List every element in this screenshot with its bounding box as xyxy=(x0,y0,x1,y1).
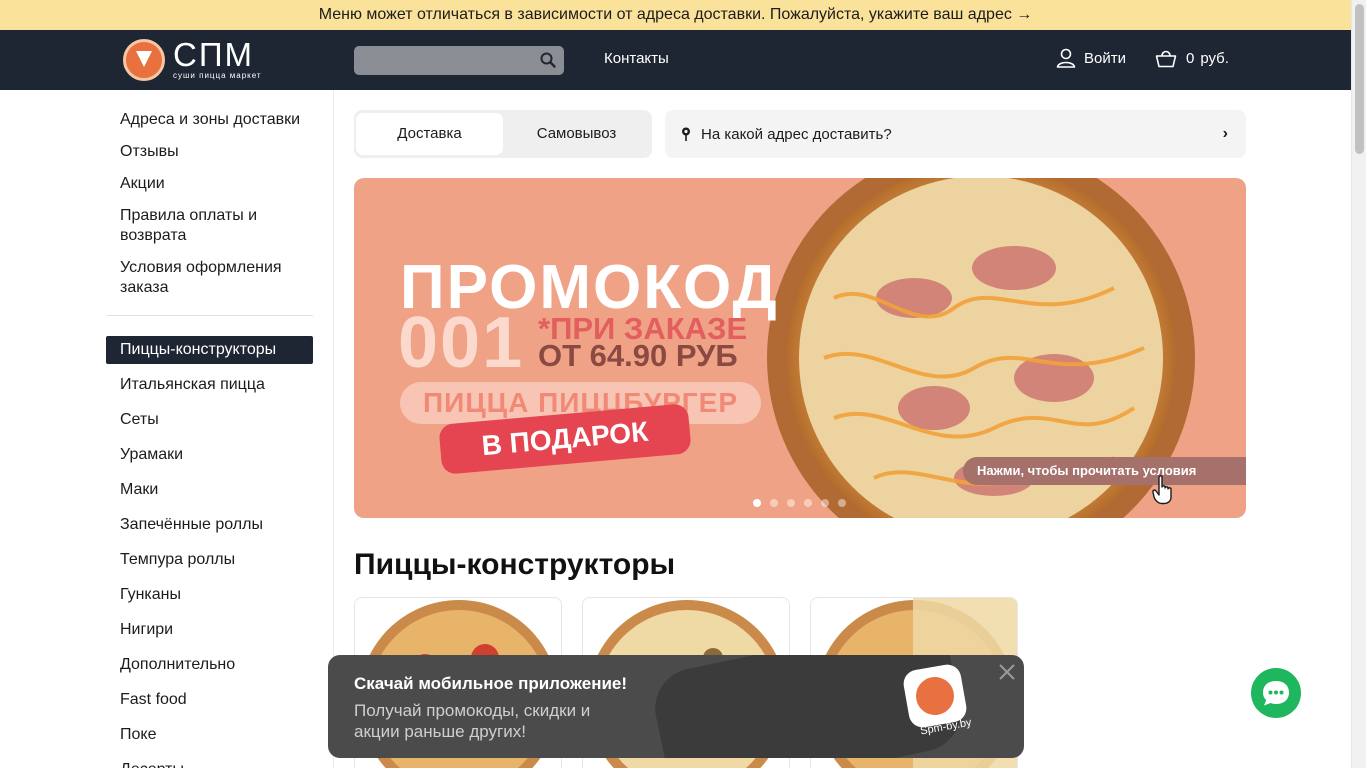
cart-icon xyxy=(1155,50,1177,68)
sidebar: Адреса и зоны доставки Отзывы Акции Прав… xyxy=(106,90,333,768)
carousel-dot[interactable] xyxy=(821,499,829,507)
category-item-maki[interactable]: Маки xyxy=(106,476,313,504)
promo-terms-hint[interactable]: Нажми, чтобы прочитать условия xyxy=(963,457,1246,485)
category-item-baked-rolls[interactable]: Запечённые роллы xyxy=(106,511,313,539)
cart-button[interactable]: 0 руб. xyxy=(1155,48,1229,68)
search-icon[interactable] xyxy=(540,52,556,68)
page: Меню может отличаться в зависимости от а… xyxy=(0,0,1366,768)
page-scrollbar[interactable] xyxy=(1351,0,1366,768)
chevron-right-icon: › xyxy=(1222,125,1228,142)
category-item-desserts[interactable]: Десерты xyxy=(106,756,313,768)
carousel-dot[interactable] xyxy=(753,499,761,507)
contacts-link[interactable]: Контакты xyxy=(604,50,669,67)
pizza-logo-icon xyxy=(123,39,165,81)
cart-count: 0 xyxy=(1186,49,1195,67)
category-item-poke[interactable]: Поке xyxy=(106,721,313,749)
category-item-extras[interactable]: Дополнительно xyxy=(106,651,313,679)
delivery-mode-toggle: Доставка Самовывоз xyxy=(354,110,652,158)
logo-text: СПМ суши пицца маркет xyxy=(173,36,262,81)
category-item-sets[interactable]: Сеты xyxy=(106,406,313,434)
delivery-address-notice[interactable]: Меню может отличаться в зависимости от а… xyxy=(0,0,1351,30)
user-icon xyxy=(1056,48,1076,68)
category-item-uramaki[interactable]: Урамаки xyxy=(106,441,313,469)
app-pizza-icon xyxy=(912,673,958,719)
logo-tagline: суши пицца маркет xyxy=(173,71,262,80)
carousel-dot[interactable] xyxy=(838,499,846,507)
category-item-tempura-rolls[interactable]: Темпура роллы xyxy=(106,546,313,574)
category-item-fast-food[interactable]: Fast food xyxy=(106,686,313,714)
info-links: Адреса и зоны доставки Отзывы Акции Прав… xyxy=(120,110,320,310)
app-popup-text: Получай промокоды, скидки и акции раньше… xyxy=(354,701,591,741)
sidebar-link-order-terms[interactable]: Условия оформления заказа xyxy=(120,258,320,298)
address-prompt: На какой адрес доставить? xyxy=(701,125,892,143)
scrollbar-thumb[interactable] xyxy=(1355,4,1364,154)
search-box[interactable] xyxy=(354,46,564,75)
top-header: СПМ суши пицца маркет Контакты Войти 0 р… xyxy=(0,30,1351,90)
category-item-gunkans[interactable]: Гунканы xyxy=(106,581,313,609)
carousel-dot[interactable] xyxy=(770,499,778,507)
sidebar-separator xyxy=(106,315,313,316)
app-download-popup[interactable]: Скачай мобильное приложение! Получай про… xyxy=(328,655,1024,758)
tab-pickup[interactable]: Самовывоз xyxy=(503,113,650,155)
sidebar-link-reviews[interactable]: Отзывы xyxy=(120,142,320,162)
login-label: Войти xyxy=(1084,49,1126,67)
category-list: Пиццы-конструкторы Итальянская пицца Сет… xyxy=(106,336,313,768)
carousel-dots xyxy=(753,499,855,507)
tab-delivery[interactable]: Доставка xyxy=(356,113,503,155)
cart-currency: руб. xyxy=(1200,49,1229,67)
logo-word: СПМ xyxy=(173,36,255,73)
sidebar-link-delivery-zones[interactable]: Адреса и зоны доставки xyxy=(120,110,320,130)
chat-icon xyxy=(1263,681,1289,706)
address-selector[interactable]: На какой адрес доставить? › xyxy=(665,110,1246,158)
hand-pointer-icon xyxy=(1152,475,1172,505)
close-icon[interactable] xyxy=(998,663,1016,681)
category-item-pizza-constructors[interactable]: Пиццы-конструкторы xyxy=(106,336,313,364)
login-button[interactable]: Войти xyxy=(1056,48,1126,68)
location-pin-icon xyxy=(682,127,690,141)
promo-banner[interactable]: ПРОМОКОД 001 *ПРИ ЗАКАЗЕ ОТ 64.90 РУБ ПИ… xyxy=(354,178,1246,518)
category-item-italian-pizza[interactable]: Итальянская пицца xyxy=(106,371,313,399)
chat-button[interactable] xyxy=(1251,668,1301,718)
category-item-nigiri[interactable]: Нигири xyxy=(106,616,313,644)
logo[interactable]: СПМ суши пицца маркет xyxy=(123,36,268,84)
search-input[interactable] xyxy=(354,46,534,75)
app-popup-title: Скачай мобильное приложение! xyxy=(354,674,628,693)
promo-code: 001 xyxy=(398,303,525,383)
sidebar-link-payment-rules[interactable]: Правила оплаты и возврата xyxy=(120,206,320,246)
promo-condition-line2: ОТ 64.90 РУБ xyxy=(538,338,738,373)
carousel-dot[interactable] xyxy=(804,499,812,507)
sidebar-link-promotions[interactable]: Акции xyxy=(120,174,320,194)
carousel-dot[interactable] xyxy=(787,499,795,507)
section-title: Пиццы-конструкторы xyxy=(354,548,676,581)
